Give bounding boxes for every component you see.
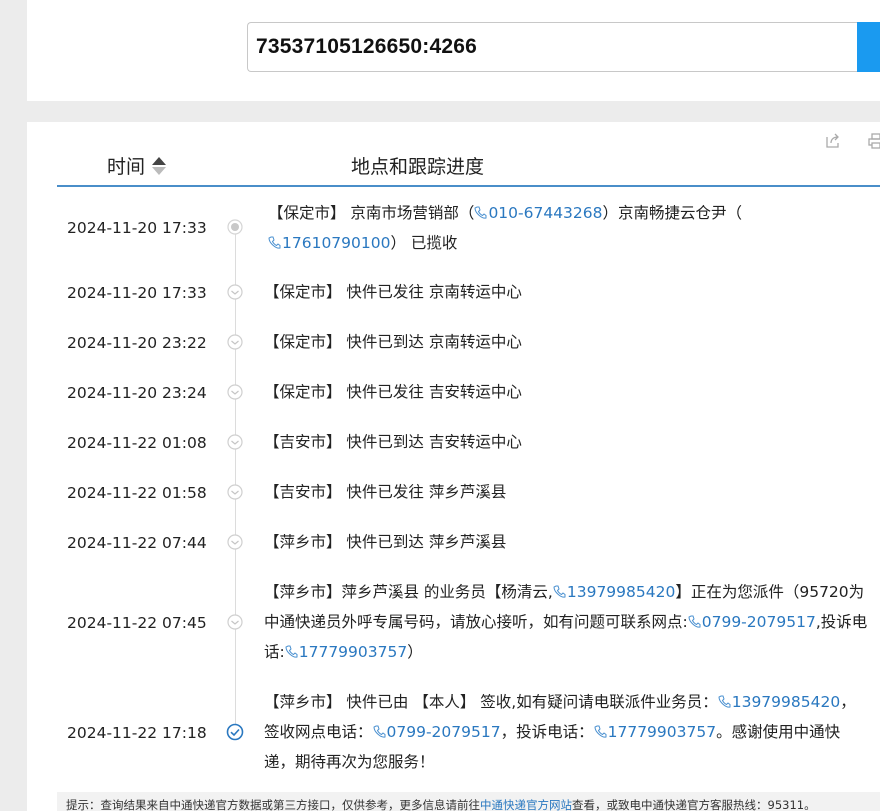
event-text: ） [407,643,423,661]
transit-check-icon [227,484,243,500]
footer-tip-suffix: 查看，或致电中通快递官方客服热线：95311。 [572,798,816,811]
timeline-line [235,226,236,726]
event-text: ，投诉电话： [500,723,594,741]
phone-link[interactable]: 13979985420 [718,693,840,711]
event-time: 2024-11-22 01:58 [67,484,207,502]
event-description: 【吉安市】 快件已发往 萍乡芦溪县 [264,477,869,507]
phone-number: 13979985420 [731,693,841,711]
event-time: 2024-11-22 17:18 [67,724,207,742]
event-text: 【保定市】 快件已到达 京南转运中心 [264,333,522,351]
official-site-link[interactable]: 中通快递官方网站 [480,798,572,811]
phone-number: 0799-2079517 [386,723,501,741]
phone-link[interactable]: 17779903757 [594,723,716,741]
event-text: ）京南畅捷云仓尹（ [602,204,743,222]
event-time: 2024-11-22 01:08 [67,434,207,452]
delivered-check-icon [226,723,244,741]
event-text: 【吉安市】 快件已发往 萍乡芦溪县 [264,483,507,501]
phone-link[interactable]: 0799-2079517 [373,723,501,741]
transit-check-icon [227,614,243,630]
collected-dot-icon [227,219,243,235]
sort-icon[interactable] [152,156,167,175]
share-icon[interactable] [824,132,842,150]
event-text: 【萍乡市】萍乡芦溪县 的业务员【杨清云, [264,583,553,601]
event-description: 【保定市】 快件已发往 吉安转运中心 [264,377,869,407]
phone-number: 17779903757 [607,723,717,741]
transit-check-icon [227,284,243,300]
transit-check-icon [227,334,243,350]
phone-number: 010-67443268 [488,204,603,222]
event-text: 【保定市】 快件已发往 吉安转运中心 [264,383,522,401]
tracking-result-panel: 时间 地点和跟踪进度 2024-11-20 17:33 【保定市】 京南市场营销部… [27,122,880,811]
event-time: 2024-11-22 07:45 [67,614,207,632]
footer-tip: 提示：查询结果来自中通快递官方数据或第三方接口，仅供参考，更多信息请前往中通快递… [57,792,880,811]
phone-link[interactable]: 010-67443268 [474,204,603,222]
event-description: 【保定市】 快件已发往 京南转运中心 [264,277,869,307]
event-text: 【保定市】 快件已发往 京南转运中心 [264,283,522,301]
event-description: 【萍乡市】 快件已到达 萍乡芦溪县 [264,527,869,557]
phone-number: 0799-2079517 [701,613,816,631]
event-text: ） 已揽收 [390,234,458,252]
event-time: 2024-11-20 17:33 [67,219,207,237]
transit-check-icon [227,384,243,400]
phone-number: 17610790100 [282,234,391,252]
tracking-number-input[interactable]: 73537105126650:4266 [247,22,859,72]
transit-check-icon [227,534,243,550]
event-time: 2024-11-20 17:33 [67,284,207,302]
event-text: 【萍乡市】 快件已到达 萍乡芦溪县 [264,533,507,551]
event-text: 【萍乡市】 快件已由 【本人】 签收,如有疑问请电联派件业务员： [264,693,718,711]
event-description: 【保定市】 京南市场营销部（ 010-67443268）京南畅捷云仓尹（ 17610… [268,198,873,258]
time-column-header[interactable]: 时间 [107,152,167,179]
event-description: 【保定市】 快件已到达 京南转运中心 [264,327,869,357]
print-icon[interactable] [867,132,880,150]
event-text: 【吉安市】 快件已到达 吉安转运中心 [264,433,522,451]
event-time: 2024-11-22 07:44 [67,534,207,552]
event-text: 【保定市】 京南市场营销部（ [268,204,475,222]
event-time: 2024-11-20 23:24 [67,384,207,402]
phone-link[interactable]: 17779903757 [285,643,407,661]
phone-number: 13979985420 [566,583,676,601]
transit-check-icon [227,434,243,450]
progress-column-header: 地点和跟踪进度 [351,156,485,178]
event-description: 【萍乡市】 快件已由 【本人】 签收,如有疑问请电联派件业务员： 13979985… [264,687,869,777]
header-divider [57,185,880,187]
event-description: 【萍乡市】萍乡芦溪县 的业务员【杨清云, 13979985420】正在为您派件（9… [264,577,869,667]
phone-link[interactable]: 13979985420 [553,583,675,601]
phone-number: 17779903757 [298,643,408,661]
phone-link[interactable]: 0799-2079517 [688,613,816,631]
phone-link[interactable]: 17610790100 [268,234,390,252]
time-column-label: 时间 [107,156,146,178]
search-button[interactable] [857,22,880,72]
event-description: 【吉安市】 快件已到达 吉安转运中心 [264,427,869,457]
event-time: 2024-11-20 23:22 [67,334,207,352]
footer-tip-prefix: 提示：查询结果来自中通快递官方数据或第三方接口，仅供参考，更多信息请前往 [66,798,480,811]
